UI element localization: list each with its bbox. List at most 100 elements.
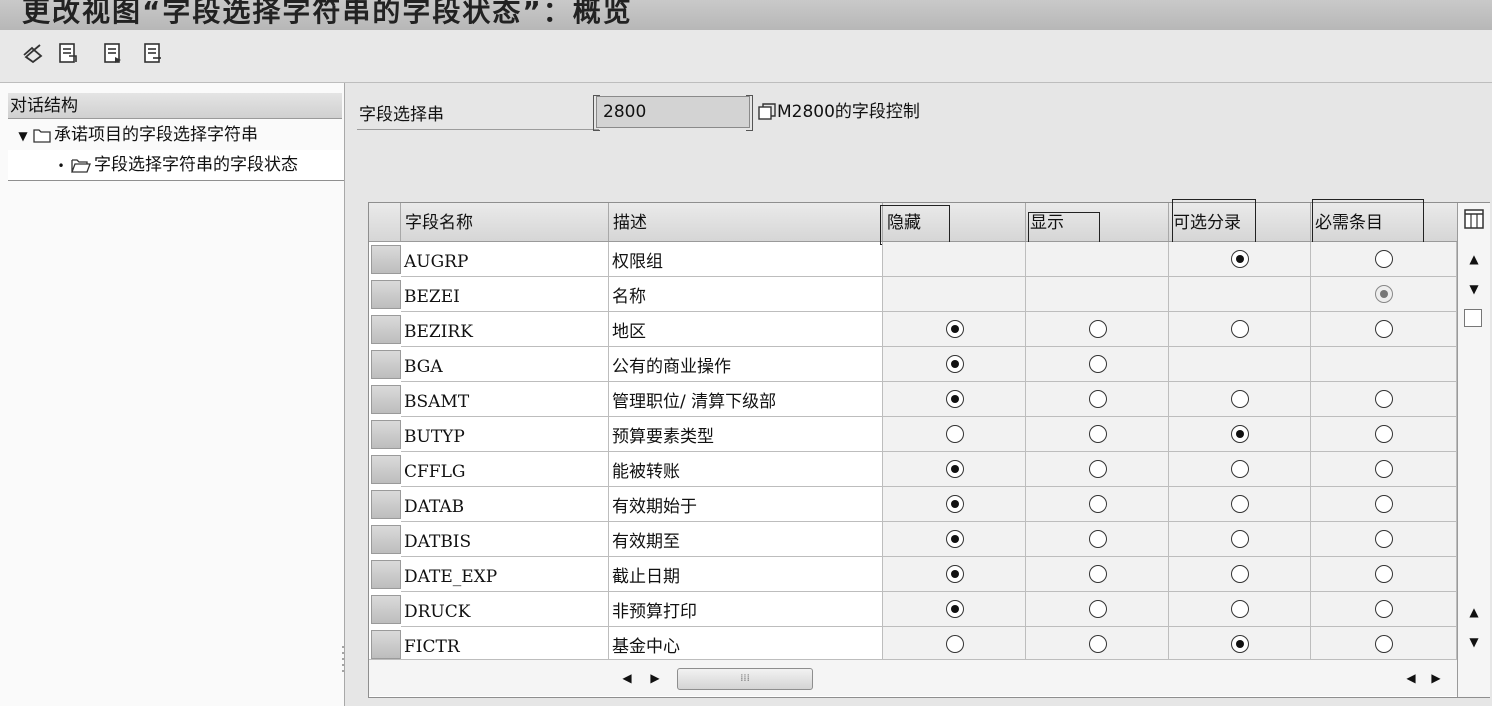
other-view-button[interactable] bbox=[20, 40, 46, 66]
field-name-cell: DRUCK bbox=[401, 592, 609, 627]
optional-radio[interactable] bbox=[1231, 460, 1249, 478]
display-cell bbox=[1026, 452, 1169, 487]
scroll-right-icon[interactable]: ▶ bbox=[648, 669, 662, 687]
hide-radio[interactable] bbox=[946, 390, 964, 408]
hide-radio[interactable] bbox=[946, 600, 964, 618]
required-radio[interactable] bbox=[1375, 320, 1393, 338]
display-radio[interactable] bbox=[1089, 355, 1107, 373]
display-radio[interactable] bbox=[1089, 320, 1107, 338]
scroll-up-icon[interactable]: ▲ bbox=[1465, 250, 1483, 268]
optional-radio[interactable] bbox=[1231, 600, 1249, 618]
hide-radio[interactable] bbox=[946, 460, 964, 478]
scroll-right-icon[interactable]: ▶ bbox=[1429, 669, 1443, 687]
scroll-thumb[interactable] bbox=[1464, 309, 1482, 327]
required-radio[interactable] bbox=[1375, 460, 1393, 478]
display-radio[interactable] bbox=[1089, 425, 1107, 443]
optional-radio[interactable] bbox=[1231, 565, 1249, 583]
required-radio[interactable] bbox=[1375, 390, 1393, 408]
row-selector[interactable] bbox=[371, 245, 401, 274]
export-icon bbox=[144, 43, 161, 63]
tree-node-field-status[interactable]: • 字段选择字符串的字段状态 bbox=[8, 150, 344, 181]
optional-radio[interactable] bbox=[1231, 425, 1249, 443]
display-radio[interactable] bbox=[1089, 635, 1107, 653]
scroll-page-up-icon[interactable]: ▲ bbox=[1465, 603, 1483, 621]
optional-radio[interactable] bbox=[1231, 390, 1249, 408]
vertical-scrollbar[interactable]: ▲ ▼ ▲ ▼ bbox=[1457, 203, 1490, 697]
row-selector[interactable] bbox=[371, 455, 401, 484]
tree-node-field-selection[interactable]: ▼ 承诺项目的字段选择字符串 bbox=[8, 120, 344, 150]
description-cell: 能被转账 bbox=[609, 452, 883, 487]
optional-radio[interactable] bbox=[1231, 320, 1249, 338]
optional-radio[interactable] bbox=[1231, 635, 1249, 653]
description-cell: 预算要素类型 bbox=[609, 417, 883, 452]
hide-radio[interactable] bbox=[946, 635, 964, 653]
required-radio[interactable] bbox=[1375, 565, 1393, 583]
row-selector[interactable] bbox=[371, 350, 401, 379]
hide-radio[interactable] bbox=[946, 530, 964, 548]
row-selector[interactable] bbox=[371, 280, 401, 309]
row-selector[interactable] bbox=[371, 490, 401, 519]
display-radio[interactable] bbox=[1089, 565, 1107, 583]
description-cell: 截止日期 bbox=[609, 557, 883, 592]
column-header-description[interactable]: 描述 bbox=[609, 203, 883, 241]
required-cell bbox=[1311, 627, 1457, 662]
row-selector[interactable] bbox=[371, 630, 401, 659]
hide-radio[interactable] bbox=[946, 320, 964, 338]
row-selector[interactable] bbox=[371, 595, 401, 624]
required-radio[interactable] bbox=[1375, 635, 1393, 653]
row-selector[interactable] bbox=[371, 525, 401, 554]
horizontal-scrollbar[interactable]: ◀ ▶ ⁞⁞⁞ ◀ ▶ bbox=[369, 659, 1457, 696]
hide-cell bbox=[883, 417, 1026, 452]
optional-radio[interactable] bbox=[1231, 530, 1249, 548]
display-cell bbox=[1026, 382, 1169, 417]
hide-radio[interactable] bbox=[946, 495, 964, 513]
table-row: BUTYP 预算要素类型 bbox=[369, 417, 1457, 452]
export-button-1[interactable] bbox=[55, 40, 81, 66]
scroll-left-icon[interactable]: ◀ bbox=[620, 669, 634, 687]
table-header: 字段名称 描述 隐藏 显示 可选分录 必需条目 bbox=[369, 199, 1457, 269]
table-settings-icon[interactable] bbox=[1463, 208, 1485, 230]
description-cell: 管理职位/ 清算下级部 bbox=[609, 382, 883, 417]
required-radio[interactable] bbox=[1375, 600, 1393, 618]
scroll-page-down-icon[interactable]: ▼ bbox=[1465, 633, 1483, 651]
hide-radio[interactable] bbox=[946, 565, 964, 583]
export-icon bbox=[59, 43, 77, 63]
display-radio[interactable] bbox=[1089, 460, 1107, 478]
value-help-icon[interactable] bbox=[758, 103, 776, 121]
display-radio[interactable] bbox=[1089, 600, 1107, 618]
annotation-box-hide bbox=[880, 205, 950, 245]
row-selector[interactable] bbox=[371, 315, 401, 344]
description-cell: 名称 bbox=[609, 277, 883, 312]
display-radio[interactable] bbox=[1089, 390, 1107, 408]
display-radio[interactable] bbox=[1089, 495, 1107, 513]
hide-cell bbox=[883, 312, 1026, 347]
display-radio[interactable] bbox=[1089, 530, 1107, 548]
hide-cell bbox=[883, 452, 1026, 487]
row-selector[interactable] bbox=[371, 560, 401, 589]
required-radio[interactable] bbox=[1375, 495, 1393, 513]
select-all-header[interactable] bbox=[369, 203, 401, 241]
horizontal-scroll-thumb[interactable]: ⁞⁞⁞ bbox=[677, 668, 813, 690]
hide-radio[interactable] bbox=[946, 425, 964, 443]
required-radio[interactable] bbox=[1375, 425, 1393, 443]
field-selection-input[interactable]: 2800 bbox=[593, 95, 753, 131]
expand-arrow-icon[interactable]: ▼ bbox=[16, 121, 30, 150]
optional-radio[interactable] bbox=[1231, 250, 1249, 268]
row-selector[interactable] bbox=[371, 385, 401, 414]
column-header-field-name[interactable]: 字段名称 bbox=[401, 203, 609, 241]
scroll-left-icon[interactable]: ◀ bbox=[1404, 669, 1418, 687]
title-bar: 更改视图“字段选择字符串的字段状态”：概览 bbox=[0, 0, 1492, 30]
optional-cell bbox=[1169, 312, 1311, 347]
row-selector[interactable] bbox=[371, 420, 401, 449]
optional-cell bbox=[1169, 277, 1311, 312]
export-button-2[interactable] bbox=[100, 40, 126, 66]
required-radio[interactable] bbox=[1375, 530, 1393, 548]
optional-radio[interactable] bbox=[1231, 495, 1249, 513]
hide-radio[interactable] bbox=[946, 355, 964, 373]
optional-cell bbox=[1169, 347, 1311, 382]
hide-cell bbox=[883, 242, 1026, 277]
required-radio[interactable] bbox=[1375, 250, 1393, 268]
export-button-3[interactable] bbox=[140, 40, 166, 66]
scroll-down-icon[interactable]: ▼ bbox=[1465, 280, 1483, 298]
dialog-structure-pane: 对话结构 ▼ 承诺项目的字段选择字符串 • 字段选择字符串的字段状态 bbox=[0, 83, 345, 706]
